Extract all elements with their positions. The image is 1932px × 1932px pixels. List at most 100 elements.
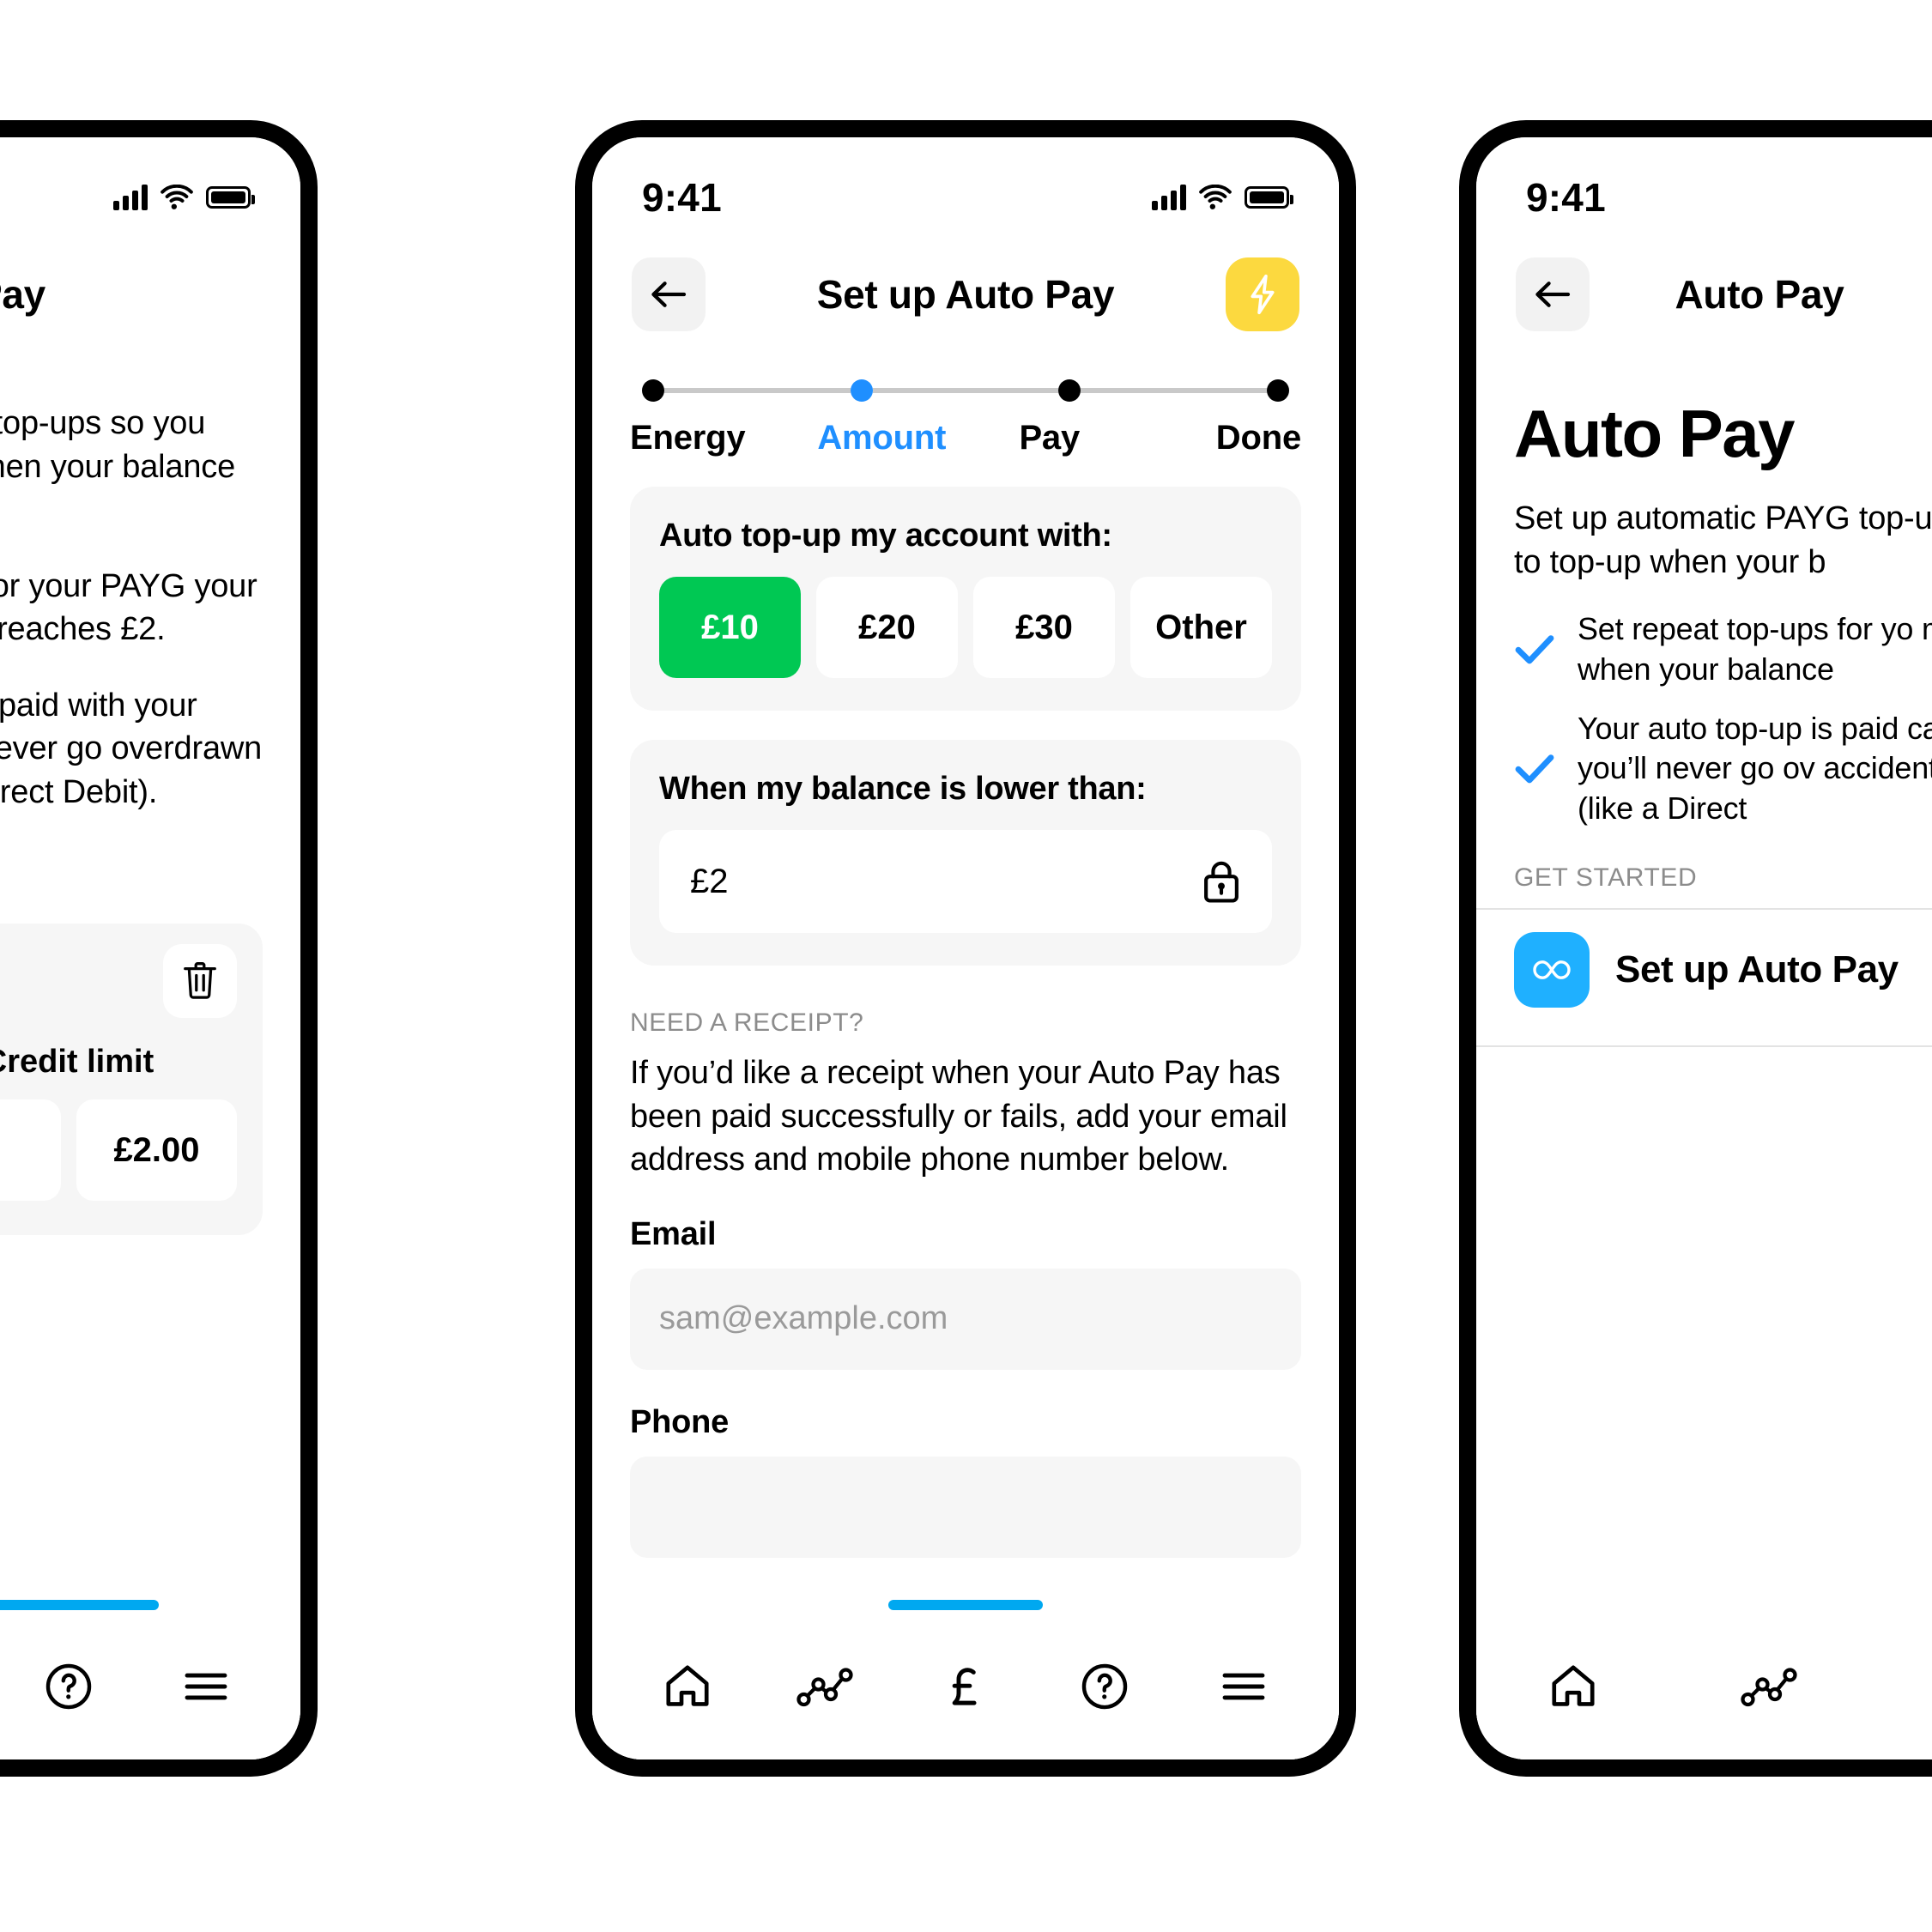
stepper-label-done: Done xyxy=(1215,419,1301,457)
amount-options: £10 £20 £30 Other xyxy=(659,577,1272,678)
stepper-labels: Energy Amount Pay Done xyxy=(630,419,1301,457)
battery-icon xyxy=(1245,186,1293,209)
app-bar-middle: Set up Auto Pay xyxy=(592,232,1339,335)
left-paragraph-1: c PAYG top-ups so you never when your ba… xyxy=(0,405,236,485)
signal-icon xyxy=(113,185,148,210)
page-title: Auto Pay xyxy=(1675,272,1844,317)
status-time: 9:41 xyxy=(1526,175,1606,220)
infinity-icon xyxy=(1533,960,1571,979)
home-icon xyxy=(1552,1665,1595,1706)
usage-icon xyxy=(1741,1668,1797,1707)
bottom-nav-left xyxy=(0,1591,300,1759)
home-indicator-wrap xyxy=(592,1591,1339,1631)
status-time: 9:41 xyxy=(642,175,722,220)
home-indicator xyxy=(0,1600,159,1610)
credit-field-partial[interactable] xyxy=(0,1099,61,1202)
status-icons xyxy=(1152,185,1293,210)
amount-option-10[interactable]: £10 xyxy=(659,577,801,678)
email-label: Email xyxy=(630,1215,717,1252)
credit-field-value[interactable]: £2.00 xyxy=(76,1099,237,1202)
list-item-set-up-auto-pay[interactable]: Set up Auto Pay xyxy=(1476,910,1932,1030)
usage-icon xyxy=(796,1668,853,1707)
home-icon xyxy=(666,1665,709,1706)
screenshot-stage: Auto Pay c PAYG top-ups so you never whe… xyxy=(0,0,1932,1932)
battery-icon xyxy=(206,186,255,209)
tab-pay[interactable] xyxy=(918,1639,1013,1734)
tab-home[interactable] xyxy=(1526,1639,1620,1734)
left-paragraph-2: op-ups for your PAYG your balance reache… xyxy=(0,567,257,648)
stepper-dot-energy[interactable] xyxy=(642,379,664,402)
boost-button[interactable] xyxy=(1226,257,1299,331)
tab-usage[interactable] xyxy=(779,1639,874,1734)
home-indicator-wrap xyxy=(0,1591,300,1631)
menu-icon xyxy=(1222,1673,1265,1700)
section-label-get-started: GET STARTED xyxy=(1514,863,1698,893)
email-input[interactable]: sam@example.com xyxy=(630,1268,1301,1370)
infinity-tile xyxy=(1514,932,1590,1008)
amount-option-other[interactable]: Other xyxy=(1130,577,1272,678)
home-indicator xyxy=(888,1600,1043,1610)
list-item-label: Set up Auto Pay xyxy=(1615,948,1899,991)
tab-menu[interactable] xyxy=(1196,1639,1291,1734)
left-paragraph-3: op-up is paid with your bank ll never go… xyxy=(0,687,263,810)
status-bar-middle: 9:41 xyxy=(592,137,1339,232)
back-button[interactable] xyxy=(632,257,706,331)
delete-button[interactable] xyxy=(163,944,237,1019)
check-icon xyxy=(1514,753,1555,785)
receipt-body: If you’d like a receipt when your Auto P… xyxy=(630,1055,1287,1178)
stepper-label-pay: Pay xyxy=(1019,419,1081,457)
tab-pay[interactable] xyxy=(1921,1639,1932,1734)
phone-right: 9:41 Auto Pay Auto Pay Set up automatic … xyxy=(1459,120,1932,1777)
stepper-label-amount: Amount xyxy=(817,419,947,457)
signal-icon xyxy=(1152,185,1186,210)
credit-limit-card: Credit limit £2.00 xyxy=(0,924,263,1236)
stepper-dot-pay[interactable] xyxy=(1058,379,1081,402)
amount-option-30[interactable]: £30 xyxy=(973,577,1115,678)
tab-help[interactable] xyxy=(21,1639,116,1734)
tab-home[interactable] xyxy=(640,1639,735,1734)
status-bar-left xyxy=(0,137,300,232)
tab-usage[interactable] xyxy=(1723,1639,1818,1734)
home-indicator-wrap xyxy=(1476,1591,1932,1631)
back-arrow-icon xyxy=(651,282,687,307)
phone-input[interactable] xyxy=(630,1456,1301,1558)
checklist-item-text: Set repeat top-ups for yo meter when you… xyxy=(1578,611,1932,687)
phone-middle: 9:41 Set up Auto Pay Energy Amount Pay D… xyxy=(575,120,1356,1777)
topup-amount-card: Auto top-up my account with: £10 £20 £30… xyxy=(630,487,1301,711)
status-icons xyxy=(113,185,255,210)
wifi-icon xyxy=(1199,185,1232,209)
tab-bar xyxy=(592,1631,1339,1759)
balance-threshold-field: £2 xyxy=(659,830,1272,933)
app-bar-left: Auto Pay xyxy=(0,232,300,335)
trash-icon xyxy=(184,962,216,1000)
progress-stepper: Energy Amount Pay Done xyxy=(592,335,1339,457)
credit-limit-label: Credit limit xyxy=(0,1044,154,1081)
bottom-nav-right xyxy=(1476,1591,1932,1759)
credit-limit-fields: £2.00 xyxy=(0,1099,237,1202)
bolt-icon xyxy=(1251,274,1275,315)
checklist-item-text: Your auto top-up is paid card, so you’ll… xyxy=(1578,710,1932,827)
help-icon xyxy=(1081,1663,1128,1710)
screen-right: 9:41 Auto Pay Auto Pay Set up automatic … xyxy=(1476,137,1932,1759)
stepper-dot-amount[interactable] xyxy=(850,379,873,402)
left-body: c PAYG top-ups so you never when your ba… xyxy=(0,335,300,814)
pound-icon xyxy=(952,1668,977,1705)
tab-help[interactable] xyxy=(1057,1639,1152,1734)
amount-option-20[interactable]: £20 xyxy=(816,577,958,678)
back-button[interactable] xyxy=(1516,257,1590,331)
stepper-dot-done[interactable] xyxy=(1267,379,1290,402)
stepper-dots xyxy=(630,379,1301,402)
tab-menu[interactable] xyxy=(159,1639,253,1734)
balance-threshold-value: £2 xyxy=(690,862,729,900)
wifi-icon xyxy=(160,185,193,209)
check-icon xyxy=(1514,633,1555,666)
page-title: Set up Auto Pay xyxy=(816,272,1115,317)
checklist-item: Your auto top-up is paid card, so you’ll… xyxy=(1514,709,1932,829)
phone-label: Phone xyxy=(630,1403,730,1440)
page-intro: Set up automatic PAYG top-u forget to to… xyxy=(1514,500,1932,580)
back-arrow-icon xyxy=(1535,282,1571,307)
topup-amount-title: Auto top-up my account with: xyxy=(659,518,1112,554)
page-heading: Auto Pay xyxy=(1514,396,1796,471)
status-bar-right: 9:41 xyxy=(1476,137,1932,232)
stepper-bar-1 xyxy=(664,388,851,393)
